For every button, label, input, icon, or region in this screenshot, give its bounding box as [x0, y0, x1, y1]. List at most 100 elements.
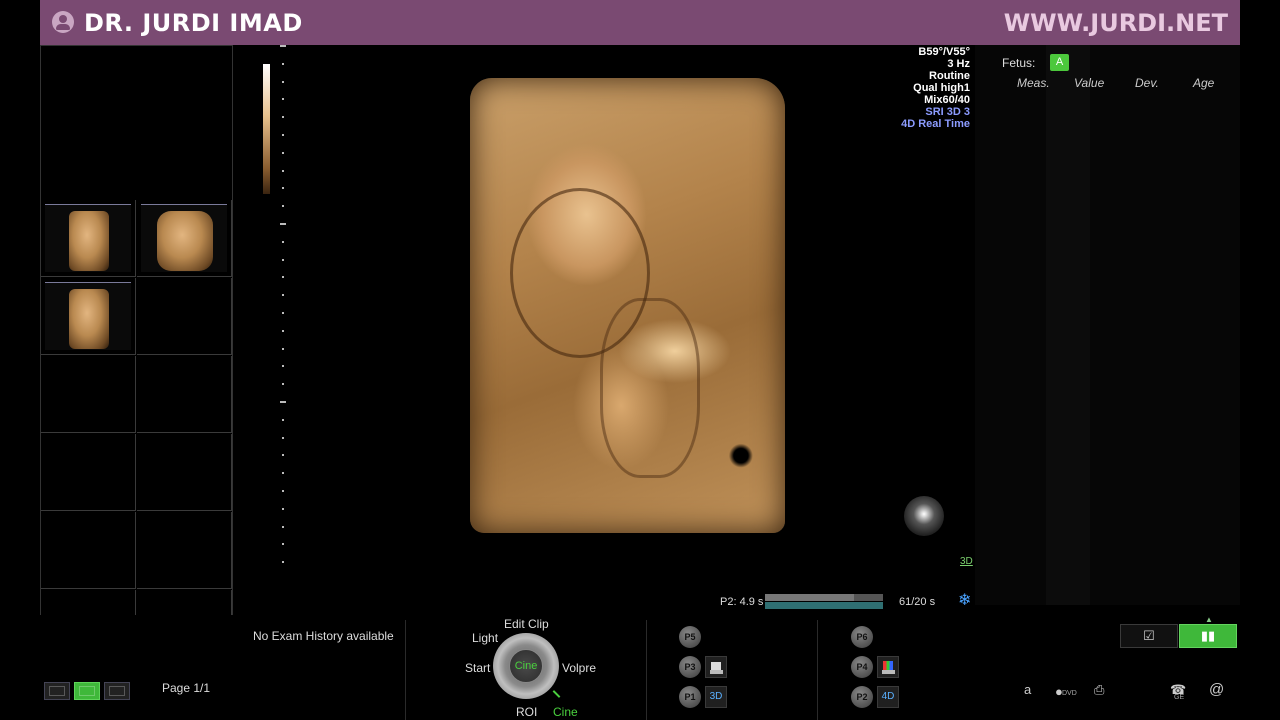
thumbnail-image[interactable]: [141, 204, 227, 272]
worksheet-header-value: Value: [1074, 76, 1105, 90]
header-banner: DR. JURDI IMAD WWW.JURDI.NET: [40, 0, 1240, 45]
caret-up-icon: ▲: [1205, 615, 1213, 624]
depth-tick: [282, 383, 284, 386]
clipboard-cell[interactable]: [137, 434, 232, 511]
clipboard-cell[interactable]: [137, 356, 232, 433]
color-print-icon[interactable]: [877, 656, 899, 678]
p3-button[interactable]: P3: [679, 656, 701, 678]
depth-tick: [282, 98, 284, 101]
fetal-3d-render: [470, 78, 785, 533]
depth-tick: [280, 45, 286, 47]
depth-tick: [282, 80, 284, 83]
p1-button[interactable]: P1: [679, 686, 701, 708]
worksheet-header-dev: Dev.: [1135, 76, 1159, 90]
depth-tick: [280, 223, 286, 225]
worksheet-column-band: [1046, 45, 1090, 605]
4d-mode-button[interactable]: 4D: [877, 686, 899, 708]
param-angles: B59°/V55°: [918, 46, 970, 58]
depth-tick: [282, 507, 284, 510]
control-panel: [0, 615, 1280, 720]
print-icon[interactable]: [705, 656, 727, 678]
depth-tick: [282, 240, 284, 243]
param-mode: 4D Real Time: [901, 118, 970, 130]
3d-badge: 3D: [960, 556, 973, 567]
fetus-label: Fetus:: [1002, 56, 1036, 70]
worksheet-header-age: Age: [1193, 76, 1215, 90]
annotation-icon[interactable]: a: [1024, 682, 1031, 697]
clipboard-cell[interactable]: [137, 278, 232, 355]
email-icon[interactable]: @: [1209, 681, 1224, 698]
cine-prefix: P2:: [720, 596, 737, 608]
depth-tick: [282, 312, 284, 314]
page-indicator: Page 1/1: [162, 681, 211, 695]
p2-button[interactable]: P2: [851, 686, 873, 708]
doctor-name: DR. JURDI IMAD: [84, 9, 303, 37]
cine-progress-bar[interactable]: [765, 594, 883, 609]
depth-tick: [282, 436, 284, 439]
param-quality: Qual high1: [913, 82, 970, 94]
bar-chart-icon: ▮▮: [1200, 628, 1216, 643]
freeze-snowflake-icon: ❄: [958, 592, 972, 609]
dial-label-start[interactable]: Start: [465, 661, 490, 675]
dial-label-cine[interactable]: Cine: [553, 705, 578, 719]
depth-tick: [282, 205, 284, 208]
3d-mode-button[interactable]: 3D: [705, 686, 727, 708]
light-source-sphere[interactable]: [904, 496, 944, 536]
clipboard-cell[interactable]: [137, 512, 232, 589]
param-rate: 3 Hz: [947, 58, 970, 70]
color-map-bar: [263, 64, 270, 194]
clipboard-cell[interactable]: [41, 512, 136, 589]
depth-tick: [282, 62, 284, 65]
clipboard-cell[interactable]: [137, 200, 232, 277]
acquisition-parameters: B59°/V55° 3 Hz Routine Qual high1 Mix60/…: [901, 46, 970, 130]
param-mix: Mix60/40: [924, 94, 970, 106]
depth-tick: [282, 258, 284, 261]
depth-tick: [282, 525, 284, 528]
dial-label-light[interactable]: Light: [472, 631, 498, 645]
layout-1x1-button[interactable]: [44, 682, 70, 700]
clipboard-cell[interactable]: [41, 434, 136, 511]
thumbnail-image[interactable]: [45, 282, 131, 350]
thumbnail-image[interactable]: [45, 204, 131, 272]
cine-frames: 61/20 s: [899, 596, 936, 608]
depth-tick: [282, 276, 284, 279]
depth-tick: [282, 347, 284, 350]
depth-tick: [282, 169, 284, 172]
fetus-selector-button[interactable]: A: [1050, 54, 1069, 71]
dvd-label: DVD: [1062, 690, 1077, 697]
network-icon[interactable]: ⎙: [1094, 682, 1104, 698]
exam-history-status: No Exam History available: [253, 629, 394, 643]
p4-button[interactable]: P4: [851, 656, 873, 678]
depth-tick: [280, 401, 286, 403]
clipboard-cell[interactable]: [41, 356, 136, 433]
panel-divider: [405, 620, 406, 720]
measurement-worksheet: [975, 45, 1240, 605]
clipboard-grid: [40, 45, 233, 667]
p6-button[interactable]: P6: [851, 626, 873, 648]
cine-time: P2: 4.9 s: [720, 596, 763, 608]
clipboard-cell[interactable]: [41, 278, 136, 355]
depth-tick: [282, 365, 284, 368]
ge-label: GE: [1174, 694, 1185, 701]
checkbox-icon: ☑: [1143, 628, 1155, 643]
trackball-dial[interactable]: Cine: [493, 633, 559, 699]
depth-tick: [282, 151, 284, 154]
website-url: WWW.JURDI.NET: [1003, 9, 1228, 37]
worksheet-header-meas: Meas.: [1017, 76, 1050, 90]
report-chart-button[interactable]: ▮▮: [1179, 624, 1237, 648]
depth-tick: [282, 116, 284, 119]
param-preset: Routine: [929, 70, 970, 82]
volume-render-viewport[interactable]: [470, 78, 785, 533]
dial-label-roi[interactable]: ROI: [516, 705, 537, 719]
dial-label-edit-clip[interactable]: Edit Clip: [504, 617, 549, 631]
clipboard-cell[interactable]: [41, 200, 136, 277]
checklist-button[interactable]: ☑: [1120, 624, 1178, 648]
dial-label-volpre[interactable]: Volpre: [562, 661, 596, 675]
depth-tick: [282, 472, 284, 475]
p5-button[interactable]: P5: [679, 626, 701, 648]
depth-tick: [282, 561, 284, 564]
layout-2x2-button[interactable]: [74, 682, 100, 700]
dial-center-cine[interactable]: Cine: [509, 649, 543, 683]
depth-scale: [280, 45, 292, 565]
layout-grid-button[interactable]: [104, 682, 130, 700]
